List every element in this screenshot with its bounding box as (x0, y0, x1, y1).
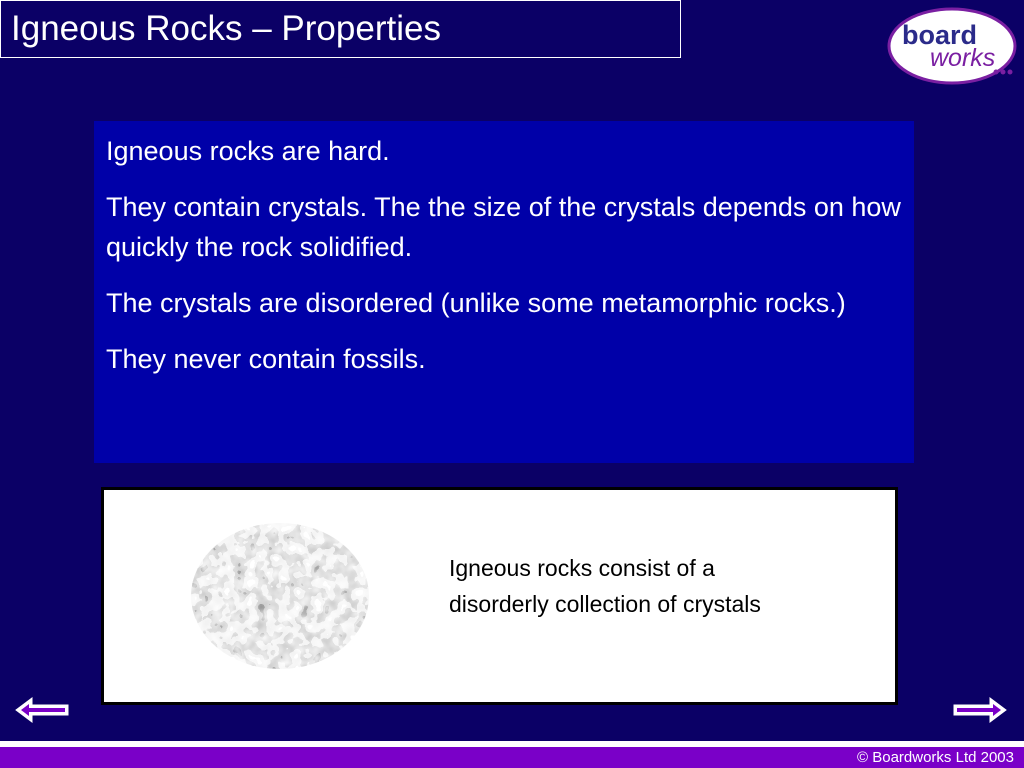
igneous-rock-crystals-image (191, 523, 369, 669)
rock-image-panel: Igneous rocks consist of a disorderly co… (101, 487, 898, 705)
property-paragraph: Igneous rocks are hard. (106, 136, 390, 166)
right-arrow-icon[interactable] (950, 690, 1010, 730)
property-paragraph: The crystals are disordered (unlike some… (106, 288, 846, 318)
caption-line: Igneous rocks consist of a (449, 555, 715, 581)
footer-bar: © Boardworks Ltd 2003 (0, 747, 1024, 768)
copyright-text: © Boardworks Ltd 2003 (857, 749, 1014, 766)
properties-text-panel: Igneous rocks are hard. They contain cry… (94, 121, 914, 463)
left-arrow-icon[interactable] (12, 690, 72, 730)
property-paragraph: They contain crystals. The the size of t… (106, 192, 901, 262)
slide-title: Igneous Rocks – Properties (0, 0, 681, 58)
caption-line: disorderly collection of crystals (449, 591, 761, 617)
property-paragraph: They never contain fossils. (106, 344, 426, 374)
logo-text-works: works (930, 44, 995, 72)
rock-caption: Igneous rocks consist of a disorderly co… (449, 550, 869, 622)
boardworks-logo: board works (887, 7, 1017, 85)
